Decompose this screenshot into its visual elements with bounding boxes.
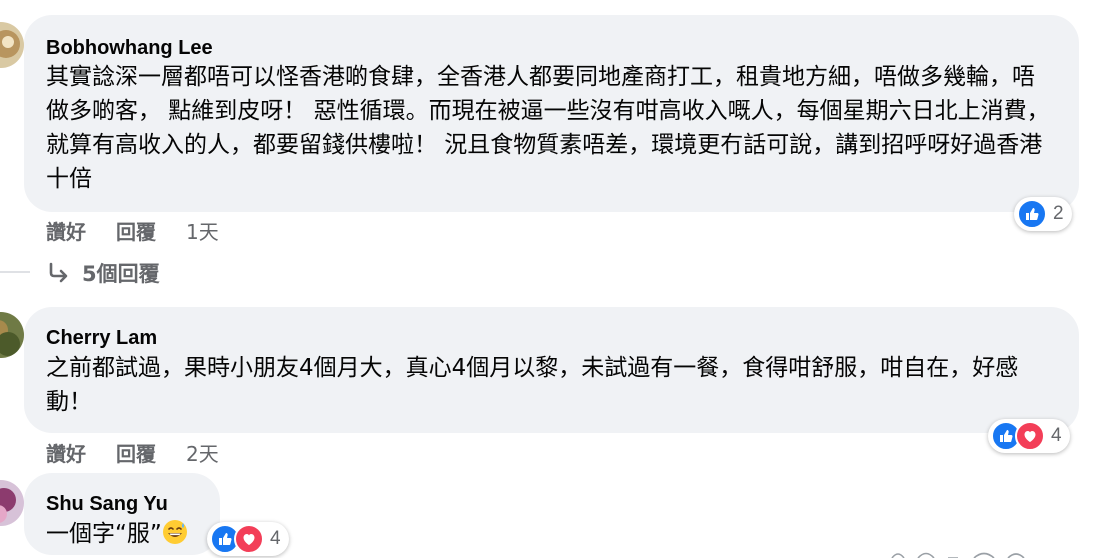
comment-author[interactable]: Bobhowhang Lee — [46, 37, 213, 60]
reaction-count: 4 — [270, 528, 281, 549]
comment-text: 之前都試過，果時小朋友4個月大，真心4個月以黎，未試過有一餐，食得咁舒服，咁自在… — [46, 355, 1019, 415]
comment-bubble: Bobhowhang Lee 其實諗深一層都唔可以怪香港啲食肆，全香港人都要同地… — [24, 15, 1079, 212]
reaction-summary[interactable]: 2 — [1014, 197, 1072, 231]
comment-author[interactable]: Shu Sang Yu — [46, 493, 168, 516]
comment-actions: 讚好 回覆 1天 — [46, 216, 219, 245]
comment-bubble: Shu Sang Yu 一個字“服” — [24, 473, 220, 555]
like-reaction-icon — [1017, 199, 1047, 229]
watermark-icon — [891, 552, 1025, 558]
like-button[interactable]: 讚好 — [46, 438, 86, 467]
comment-text: 一個字“服” — [46, 521, 162, 547]
comment-timestamp[interactable]: 2天 — [186, 438, 219, 467]
avatar[interactable] — [0, 480, 24, 526]
replies-count-label[interactable]: 5個回覆 — [82, 258, 160, 288]
reaction-count: 2 — [1053, 203, 1064, 224]
reaction-count: 4 — [1051, 425, 1062, 446]
grinning-sweat-emoji — [162, 519, 188, 555]
love-reaction-icon — [1015, 421, 1045, 451]
comment-text-line: 一個字“服” — [46, 517, 188, 555]
reply-button[interactable]: 回覆 — [116, 216, 156, 245]
reply-arrow-icon — [49, 262, 68, 283]
reply-button[interactable]: 回覆 — [116, 438, 156, 467]
thread-divider — [0, 271, 30, 273]
avatar[interactable] — [0, 312, 24, 358]
reaction-summary[interactable]: 4 — [207, 522, 289, 556]
love-reaction-icon — [234, 524, 264, 554]
reaction-summary[interactable]: 4 — [988, 419, 1070, 453]
avatar[interactable] — [0, 22, 24, 68]
comment-author[interactable]: Cherry Lam — [46, 327, 157, 350]
comment-timestamp[interactable]: 1天 — [186, 216, 219, 245]
like-button[interactable]: 讚好 — [46, 216, 86, 245]
comment-bubble: Cherry Lam 之前都試過，果時小朋友4個月大，真心4個月以黎，未試過有一… — [24, 307, 1079, 433]
view-replies-link[interactable]: 5個回覆 — [48, 258, 160, 288]
comment-actions: 讚好 回覆 2天 — [46, 438, 219, 467]
comment-text: 其實諗深一層都唔可以怪香港啲食肆，全香港人都要同地產商打工，租貴地方細，唔做多幾… — [46, 64, 1050, 192]
